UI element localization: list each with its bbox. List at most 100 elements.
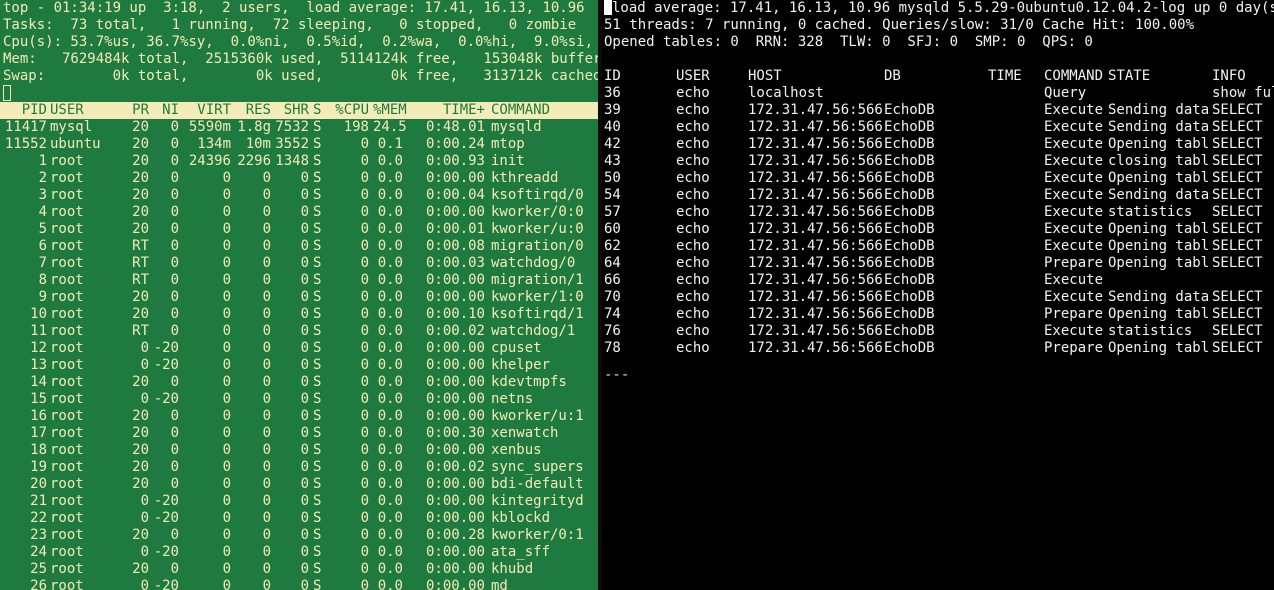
process-command: xenbus [491, 442, 542, 458]
process-cpu: 0 [360, 459, 369, 475]
query-db: EchoDB [884, 136, 935, 152]
process-virt: 0 [222, 187, 231, 203]
query-user: echo [676, 85, 710, 101]
process-shr: 0 [300, 442, 309, 458]
process-command: ksoftirqd/1 [491, 306, 584, 322]
process-state: S [313, 493, 322, 509]
process-mem: 0.0 [377, 493, 403, 509]
query-user: echo [676, 153, 710, 169]
process-cpu: 0 [360, 493, 369, 509]
query-id: 57 [604, 204, 621, 220]
query-command: Execute [1044, 272, 1104, 288]
query-db: EchoDB [884, 187, 935, 203]
process-command: cpuset [491, 340, 542, 356]
top-terminal-pane[interactable]: top - 01:34:19 up 3:18, 2 users, load av… [0, 0, 598, 590]
process-time: 0:00.01 [425, 221, 485, 237]
query-user: echo [676, 221, 710, 237]
process-pid: 8 [38, 272, 47, 288]
process-cpu: 198 [343, 119, 369, 135]
process-shr: 0 [300, 340, 309, 356]
process-user: root [50, 323, 84, 339]
query-state: Opening tabl [1108, 238, 1210, 254]
process-time: 0:00.93 [425, 153, 485, 169]
process-shr: 0 [300, 527, 309, 543]
terminal-cursor [3, 85, 11, 101]
process-time: 0:00.28 [425, 527, 485, 543]
process-command: mtop [491, 136, 525, 152]
process-user: root [50, 204, 84, 220]
process-pr: 20 [132, 153, 149, 169]
process-cpu: 0 [360, 527, 369, 543]
process-mem: 0.0 [377, 306, 403, 322]
process-mem: 0.0 [377, 340, 403, 356]
process-command: kintegrityd [491, 493, 584, 509]
top-tasks-line: Tasks: 73 total, 1 running, 72 sleeping,… [3, 17, 577, 33]
column-header-pid: PID [21, 102, 47, 118]
process-mem: 24.5 [373, 119, 407, 135]
process-virt: 0 [222, 391, 231, 407]
mtop-terminal-pane[interactable]: load average: 17.41, 16.13, 10.96 mysqld… [602, 0, 1274, 590]
query-command: Execute [1044, 221, 1104, 237]
process-res: 0 [262, 238, 271, 254]
process-user: root [50, 442, 84, 458]
query-host: 172.31.47.56:566 [748, 323, 883, 339]
query-host: 172.31.47.56:566 [748, 272, 883, 288]
query-info: SELECT . [1212, 187, 1274, 203]
query-info: SELECT . [1212, 153, 1274, 169]
process-mem: 0.0 [377, 289, 403, 305]
process-cpu: 0 [360, 323, 369, 339]
process-ni: 0 [170, 442, 179, 458]
process-mem: 0.0 [377, 408, 403, 424]
query-db: EchoDB [884, 289, 935, 305]
process-user: root [50, 425, 84, 441]
process-pr: 20 [132, 136, 149, 152]
process-ni: 0 [170, 374, 179, 390]
query-id: 39 [604, 102, 621, 118]
process-command: kdevtmpfs [491, 374, 567, 390]
process-mem: 0.0 [377, 187, 403, 203]
process-ni: 0 [170, 170, 179, 186]
query-state: Sending data [1108, 102, 1210, 118]
process-res: 0 [262, 289, 271, 305]
process-res: 2296 [237, 153, 271, 169]
query-db: EchoDB [884, 272, 935, 288]
process-res: 1.8g [237, 119, 271, 135]
process-user: root [50, 510, 84, 526]
query-host: 172.31.47.56:566 [748, 170, 883, 186]
query-command: Query [1044, 85, 1087, 101]
query-state: Sending data [1108, 289, 1210, 305]
process-user: root [50, 493, 84, 509]
query-id: 76 [604, 323, 621, 339]
query-id: 43 [604, 153, 621, 169]
process-ni: -20 [153, 493, 179, 509]
process-pr: 20 [132, 221, 149, 237]
column-header-res: RES [245, 102, 271, 118]
process-command: xenwatch [491, 425, 559, 441]
process-state: S [313, 119, 322, 135]
process-ni: -20 [153, 391, 179, 407]
query-id: 54 [604, 187, 621, 203]
process-shr: 0 [300, 306, 309, 322]
process-pr: 20 [132, 119, 149, 135]
process-cpu: 0 [360, 391, 369, 407]
process-shr: 3552 [275, 136, 309, 152]
process-mem: 0.1 [377, 136, 403, 152]
process-cpu: 0 [360, 374, 369, 390]
query-user: echo [676, 340, 710, 356]
process-command: kblockd [491, 510, 551, 526]
process-ni: 0 [170, 187, 179, 203]
process-pid: 20 [30, 476, 47, 492]
query-id: 50 [604, 170, 621, 186]
process-virt: 0 [222, 357, 231, 373]
process-ni: 0 [170, 459, 179, 475]
process-mem: 0.0 [377, 561, 403, 577]
process-cpu: 0 [360, 187, 369, 203]
query-user: echo [676, 119, 710, 135]
terminal-cursor [604, 0, 612, 15]
process-command: netns [491, 391, 534, 407]
query-info: SELECT . [1212, 238, 1274, 254]
process-shr: 0 [300, 238, 309, 254]
query-command: Execute [1044, 136, 1104, 152]
process-state: S [313, 391, 322, 407]
process-virt: 0 [222, 340, 231, 356]
